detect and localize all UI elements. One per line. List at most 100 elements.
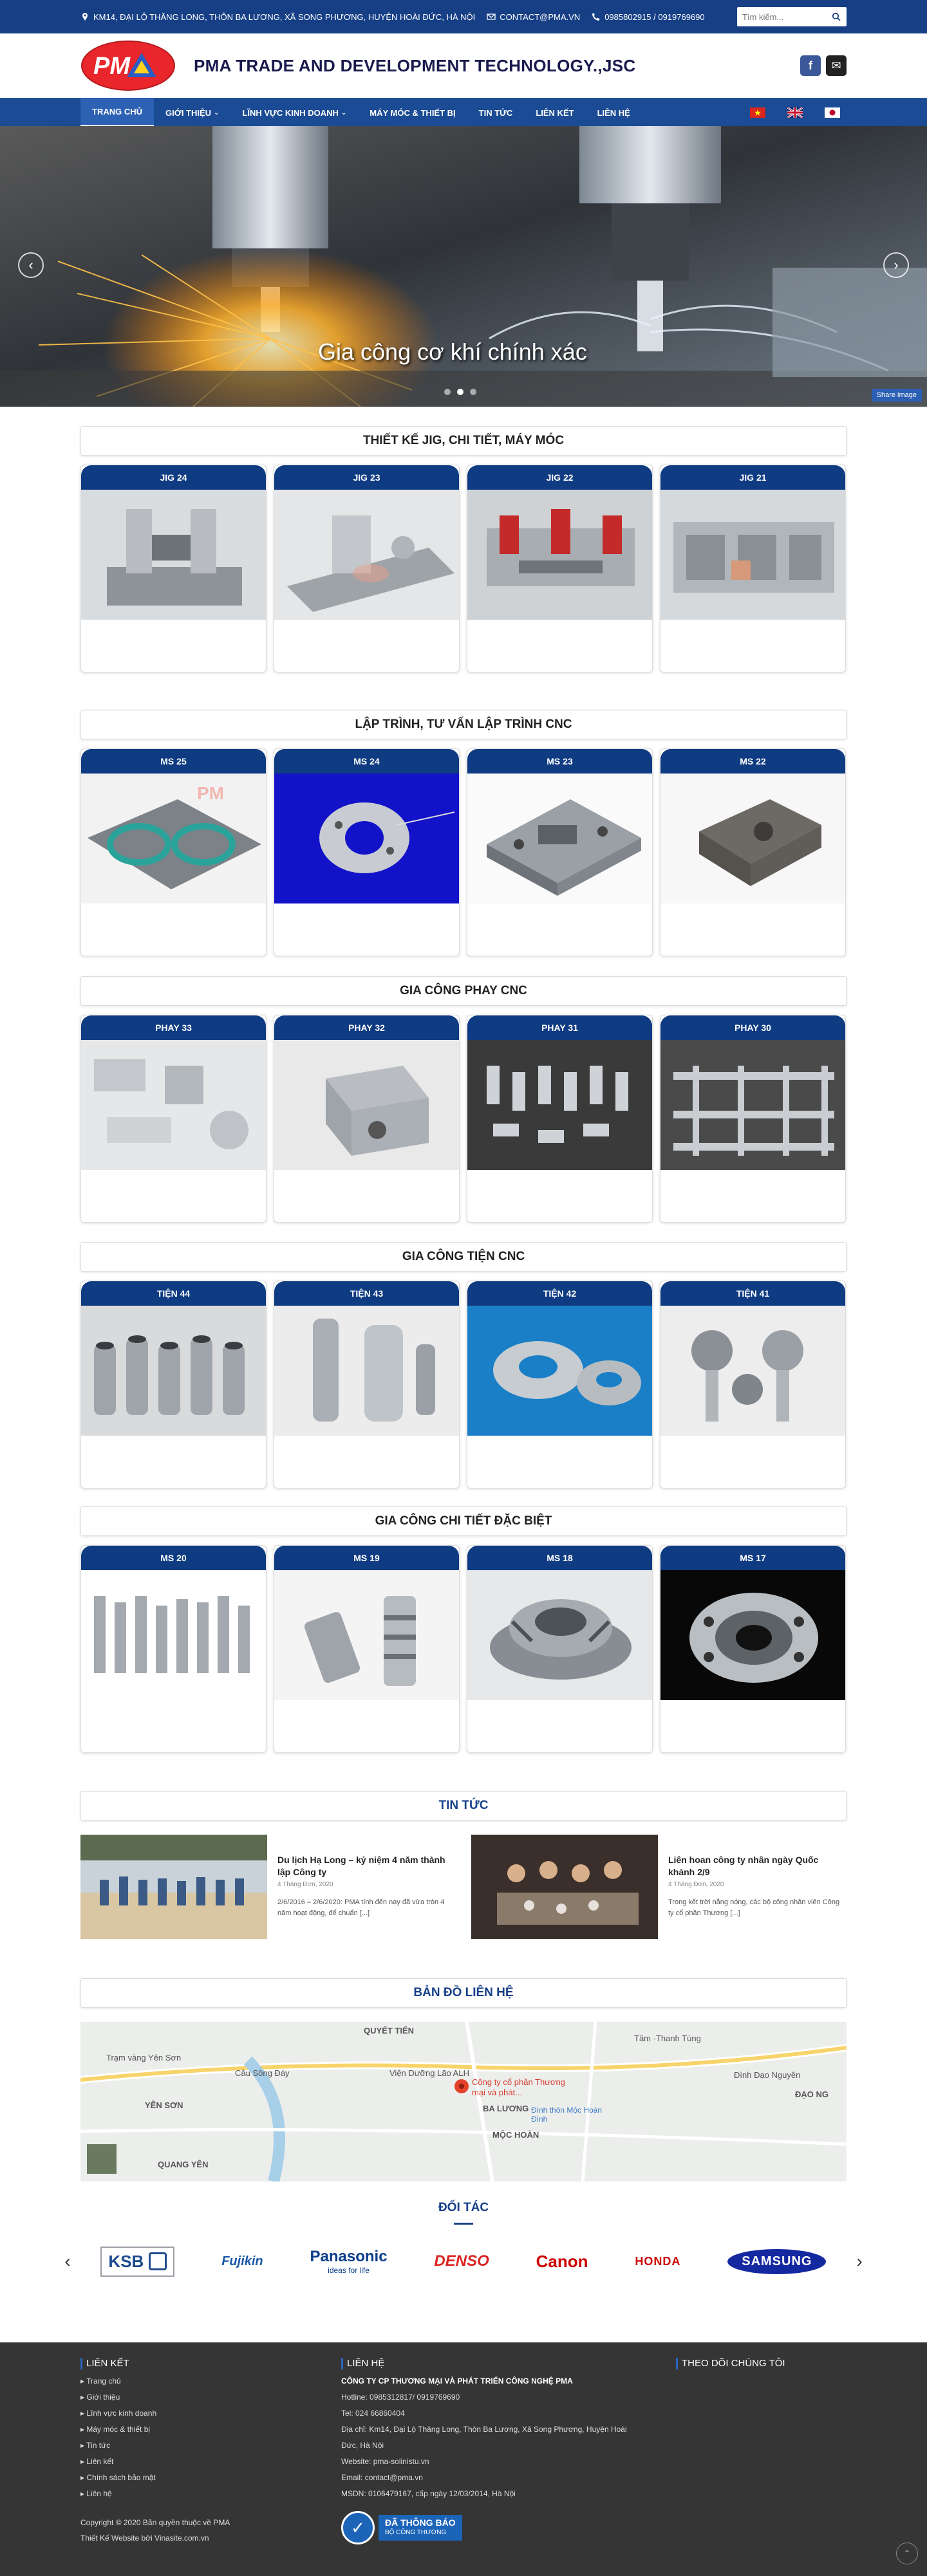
facebook-icon[interactable]: f: [800, 55, 821, 76]
footer-follow-column: THEO DÕI CHÚNG TÔI: [676, 2358, 847, 2546]
product-card[interactable]: MS 20: [80, 1545, 267, 1753]
phone-info[interactable]: 0985802915 / 0919769690: [592, 12, 705, 22]
social-links: f ✉: [800, 55, 847, 76]
product-card[interactable]: MS 22: [660, 748, 846, 956]
footer-link[interactable]: Lĩnh vực kinh doanh: [80, 2405, 341, 2422]
news-image[interactable]: [471, 1835, 658, 1939]
product-card[interactable]: MS 17: [660, 1545, 846, 1753]
nav-about[interactable]: GIỚI THIỆU ⌄: [154, 98, 230, 127]
product-card[interactable]: PHAY 30: [660, 1015, 846, 1223]
product-card[interactable]: TIỆN 42: [467, 1281, 653, 1488]
contact-line[interactable]: Website: pma-solinistu.vn: [341, 2454, 676, 2470]
news-title[interactable]: Liên hoan công ty nhân ngày Quốc khánh 2…: [668, 1854, 847, 1878]
news-item[interactable]: Du lịch Hạ Long – kỷ niệm 4 năm thành lậ…: [80, 1835, 456, 1939]
product-card[interactable]: MS 18: [467, 1545, 653, 1753]
footer-heading: THEO DÕI CHÚNG TÔI: [676, 2358, 847, 2369]
product-card[interactable]: TIỆN 41: [660, 1281, 846, 1488]
nav-machines[interactable]: MÁY MÓC & THIẾT BỊ: [358, 98, 467, 127]
top-bar: KM14, ĐẠI LỘ THĂNG LONG, THÔN BA LƯƠNG, …: [0, 0, 927, 33]
phone-icon: [592, 13, 600, 21]
footer-link[interactable]: Giới thiệu: [80, 2389, 341, 2405]
product-card[interactable]: MS 19: [274, 1545, 460, 1753]
map-image: [80, 2022, 847, 2182]
map-place-label: Trạm vàng Yên Sơn: [106, 2053, 182, 2062]
search-button[interactable]: [826, 7, 847, 26]
product-card[interactable]: PHAY 33: [80, 1015, 267, 1223]
map-pin-label[interactable]: Công ty cổ phần Thương mại và phát...: [472, 2077, 568, 2097]
product-card[interactable]: MS 25 PM: [80, 748, 267, 956]
designer-credit[interactable]: Thiết Kế Website bởi Vinasite.com.vn: [80, 2530, 341, 2546]
partners-next-button[interactable]: ›: [850, 2251, 869, 2272]
footer-link[interactable]: Liên hệ: [80, 2486, 341, 2502]
footer-link[interactable]: Máy móc & thiết bị: [80, 2422, 341, 2438]
product-card[interactable]: JIG 22: [467, 465, 653, 672]
contact-line: MSDN: 0106479167, cấp ngày 12/03/2014, H…: [341, 2489, 516, 2498]
slider-dot[interactable]: [444, 389, 451, 395]
partner-logo-ksb[interactable]: KSB: [100, 2246, 175, 2277]
nav-news[interactable]: TIN TỨC: [467, 98, 525, 127]
partners-section: ĐỐI TÁC ‹ KSB Fujikin Panasonic ideas fo…: [58, 2201, 869, 2284]
slider-prev-button[interactable]: ‹: [18, 252, 44, 278]
product-card-title: PHAY 31: [467, 1015, 652, 1040]
nav-contact[interactable]: LIÊN HỆ: [586, 98, 642, 127]
product-card[interactable]: TIỆN 43: [274, 1281, 460, 1488]
partner-logo-samsung[interactable]: SAMSUNG: [727, 2248, 827, 2274]
contact-line[interactable]: Email: contact@pma.vn: [341, 2470, 676, 2486]
product-card[interactable]: PHAY 31: [467, 1015, 653, 1223]
partners-prev-button[interactable]: ‹: [58, 2251, 77, 2272]
product-image: [660, 1306, 845, 1436]
product-image: [274, 1570, 459, 1700]
section-title: LẬP TRÌNH, TƯ VẤN LẬP TRÌNH CNC: [80, 710, 847, 739]
product-card[interactable]: MS 23: [467, 748, 653, 956]
badge-main-text: ĐÃ THÔNG BÁO: [385, 2517, 456, 2528]
slider-next-button[interactable]: ›: [883, 252, 909, 278]
news-excerpt: Trong kết trời nắng nóng, các bộ công nh…: [668, 1898, 840, 1917]
section-title: TIN TỨC: [80, 1791, 847, 1821]
partner-logo-canon[interactable]: Canon: [536, 2252, 588, 2272]
email-info[interactable]: CONTACT@PMA.VN: [487, 12, 580, 22]
site-logo[interactable]: PM: [80, 40, 176, 91]
slider-caption: Gia công cơ khí chính xác: [318, 338, 587, 365]
product-card-title: MS 22: [660, 749, 845, 774]
japan-flag-icon[interactable]: [825, 107, 840, 118]
vietnam-flag-icon[interactable]: [750, 107, 765, 118]
news-image[interactable]: [80, 1835, 267, 1939]
badge-sub-text: BỘ CÔNG THƯƠNG: [385, 2529, 447, 2536]
news-item[interactable]: Liên hoan công ty nhân ngày Quốc khánh 2…: [471, 1835, 847, 1939]
email-text[interactable]: CONTACT@PMA.VN: [500, 12, 580, 22]
nav-business[interactable]: LĨNH VỰC KINH DOANH ⌄: [230, 98, 358, 127]
partner-logo-denso[interactable]: DENSO: [434, 2252, 489, 2270]
mail-icon[interactable]: ✉: [826, 55, 847, 76]
partner-logo-honda[interactable]: HONDA: [635, 2255, 680, 2268]
product-card[interactable]: JIG 23: [274, 465, 460, 672]
product-card[interactable]: PHAY 32: [274, 1015, 460, 1223]
title-underline: [454, 2223, 473, 2225]
product-image: [81, 490, 266, 620]
product-card[interactable]: JIG 21: [660, 465, 846, 672]
footer-link[interactable]: Liên kết: [80, 2454, 341, 2470]
nav-home[interactable]: TRANG CHỦ: [80, 98, 154, 127]
footer-link[interactable]: Trang chủ: [80, 2373, 341, 2389]
uk-flag-icon[interactable]: [787, 107, 803, 118]
product-card-title: MS 18: [467, 1546, 652, 1570]
product-card[interactable]: TIỆN 44: [80, 1281, 267, 1488]
google-map[interactable]: Trạm vàng Yên Sơn Cầu Sông Đáy Viện Dưỡn…: [80, 2022, 847, 2182]
partner-logo-panasonic[interactable]: Panasonic ideas for life: [310, 2248, 388, 2275]
phone-text[interactable]: 0985802915 / 0919769690: [604, 12, 704, 22]
nav-links[interactable]: LIÊN KẾT: [524, 98, 585, 127]
footer-link[interactable]: Tin tức: [80, 2438, 341, 2454]
news-date: 4 Tháng Đơn, 2020: [277, 1880, 333, 1888]
ministry-badge[interactable]: ✓ ĐÃ THÔNG BÁO BỘ CÔNG THƯƠNG: [341, 2511, 676, 2544]
map-place-label: QUANG YÊN: [158, 2160, 209, 2169]
partner-logo-fujikin[interactable]: Fujikin: [221, 2254, 263, 2269]
footer-link[interactable]: Chính sách bảo mật: [80, 2470, 341, 2486]
product-card[interactable]: MS 24: [274, 748, 460, 956]
product-card[interactable]: JIG 24: [80, 465, 267, 672]
search-input[interactable]: [737, 7, 826, 26]
back-to-top-button[interactable]: ⌃: [896, 2543, 918, 2564]
slider-dot[interactable]: [470, 389, 476, 395]
slider-dot-active[interactable]: [457, 389, 464, 395]
news-title[interactable]: Du lịch Hạ Long – kỷ niệm 4 năm thành lậ…: [277, 1854, 456, 1878]
map-place-label: Tâm -Thanh Tùng: [634, 2034, 701, 2043]
share-image-button[interactable]: Share image: [871, 389, 922, 402]
